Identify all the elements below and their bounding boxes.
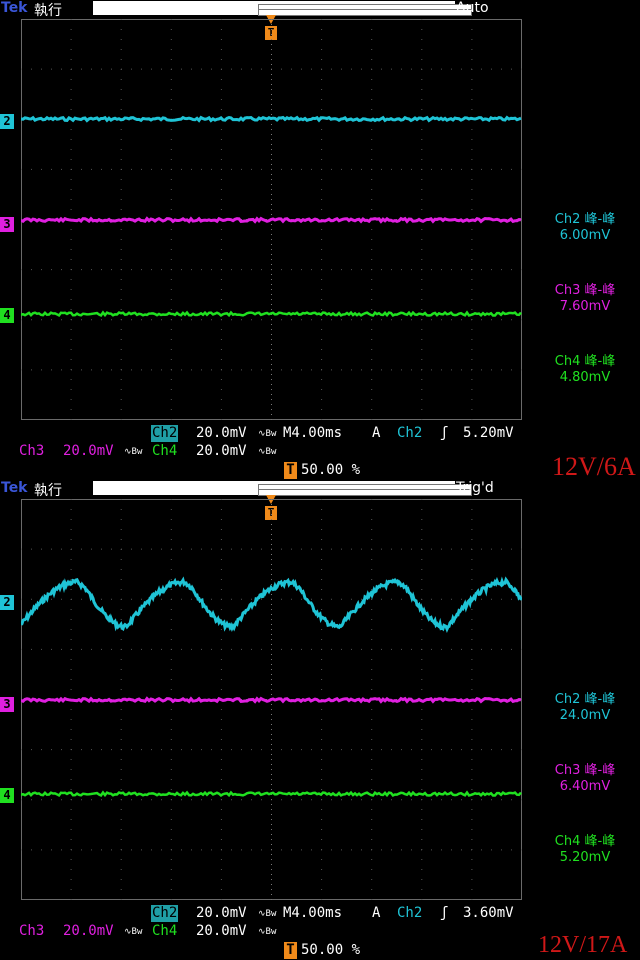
meas-ch3-label: Ch3 峰-峰 [554, 283, 616, 298]
ch2-scale-tag[interactable]: Ch2 [151, 905, 179, 922]
meas-ch4-label: Ch4 峰-峰 [554, 354, 616, 369]
ch4-scale-tag[interactable]: Ch4 [151, 443, 179, 460]
trigger-source: Ch2 [397, 425, 423, 441]
record-window [258, 484, 472, 496]
run-state-label: 執行 [34, 3, 62, 19]
meas-ch4-value: 5.20mV [559, 850, 611, 865]
bw-limit-icon: ∿Bw [258, 447, 277, 457]
ch3-scale: 20.0mV [63, 443, 114, 459]
acq-status: Trig'd [456, 480, 494, 496]
run-state-label: 執行 [34, 483, 62, 499]
brand-logo: Tek [1, 480, 28, 496]
ch4-scale-tag[interactable]: Ch4 [151, 923, 179, 940]
ch4-marker[interactable]: 4 [0, 788, 14, 803]
ch2-scale: 20.0mV [196, 905, 247, 921]
meas-ch3-value: 7.60mV [559, 299, 611, 314]
trigger-position: T 50.00 % [284, 942, 360, 959]
ch3-trace [21, 216, 522, 224]
trigger-slope-icon: ʃ [440, 425, 449, 441]
trigger-level: 5.20mV [463, 425, 514, 441]
meas-ch4: Ch4 峰-峰 5.20mV [530, 834, 640, 866]
scope-panel-1: Tek 執行 Auto T 2 3 4 Ch2 峰-峰 6.00mV Ch3 峰… [0, 0, 640, 481]
meas-ch2-label: Ch2 峰-峰 [554, 212, 616, 227]
ch4-trace [21, 790, 522, 798]
ch3-scale: 20.0mV [63, 923, 114, 939]
trigger-slope-icon: ʃ [440, 905, 449, 921]
meas-ch2-label: Ch2 峰-峰 [554, 692, 616, 707]
meas-ch2-value: 6.00mV [559, 228, 611, 243]
bw-limit-icon: ∿Bw [258, 927, 277, 937]
trigger-t-icon: T [284, 942, 297, 959]
ch2-scale: 20.0mV [196, 425, 247, 441]
meas-ch4: Ch4 峰-峰 4.80mV [530, 354, 640, 386]
bw-limit-icon: ∿Bw [258, 909, 277, 919]
bw-limit-icon: ∿Bw [124, 447, 143, 457]
timebase: M4.00ms [283, 905, 343, 921]
meas-ch4-label: Ch4 峰-峰 [554, 834, 616, 849]
meas-ch4-value: 4.80mV [559, 370, 611, 385]
acq-status: Auto [456, 0, 489, 16]
meas-ch3: Ch3 峰-峰 7.60mV [530, 283, 640, 315]
ch3-marker[interactable]: 3 [0, 697, 14, 712]
ch3-scale-tag[interactable]: Ch3 [19, 443, 44, 460]
ch3-scale-tag[interactable]: Ch3 [19, 923, 44, 940]
meas-ch3-label: Ch3 峰-峰 [554, 763, 616, 778]
ch2-trace [21, 115, 522, 123]
ch2-marker[interactable]: 2 [0, 114, 14, 129]
trigger-mode: A [372, 905, 381, 921]
header-bar: Tek 執行 Trig'd [0, 480, 640, 499]
record-view-bar [93, 1, 472, 16]
ch2-marker[interactable]: 2 [0, 595, 14, 610]
ch3-trace [21, 696, 522, 704]
meas-ch3-value: 6.40mV [559, 779, 611, 794]
trigger-source: Ch2 [397, 905, 423, 921]
handwritten-note: 12V/6A [552, 452, 636, 481]
handwritten-note: 12V/17A [538, 932, 628, 958]
ch4-trace [21, 310, 522, 318]
record-view-bar [93, 481, 472, 496]
ch4-scale: 20.0mV [196, 923, 247, 939]
meas-ch2: Ch2 峰-峰 6.00mV [530, 212, 640, 244]
ch4-marker[interactable]: 4 [0, 308, 14, 323]
trigger-mode: A [372, 425, 381, 441]
ch4-scale: 20.0mV [196, 443, 247, 459]
bw-limit-icon: ∿Bw [124, 927, 143, 937]
graticule [21, 19, 522, 420]
ch2-scale-tag[interactable]: Ch2 [151, 425, 179, 442]
meas-ch3: Ch3 峰-峰 6.40mV [530, 763, 640, 795]
readout-footer: Ch2 20.0mV ∿Bw M4.00ms A Ch2 ʃ 5.20mV Ch… [0, 425, 640, 480]
trigger-level: 3.60mV [463, 905, 514, 921]
meas-ch2: Ch2 峰-峰 24.0mV [530, 692, 640, 724]
graticule [21, 499, 522, 900]
brand-logo: Tek [1, 0, 28, 16]
bw-limit-icon: ∿Bw [258, 429, 277, 439]
meas-ch2-value: 24.0mV [559, 708, 611, 723]
timebase: M4.00ms [283, 425, 343, 441]
ch3-marker[interactable]: 3 [0, 217, 14, 232]
scope-panel-2: Tek 執行 Trig'd T 2 3 4 Ch2 峰-峰 24.0mV Ch3… [0, 480, 640, 960]
trigger-position: T 50.00 % [284, 462, 360, 479]
record-window [258, 4, 472, 16]
trigger-t-icon: T [284, 462, 297, 479]
header-bar: Tek 執行 Auto [0, 0, 640, 19]
